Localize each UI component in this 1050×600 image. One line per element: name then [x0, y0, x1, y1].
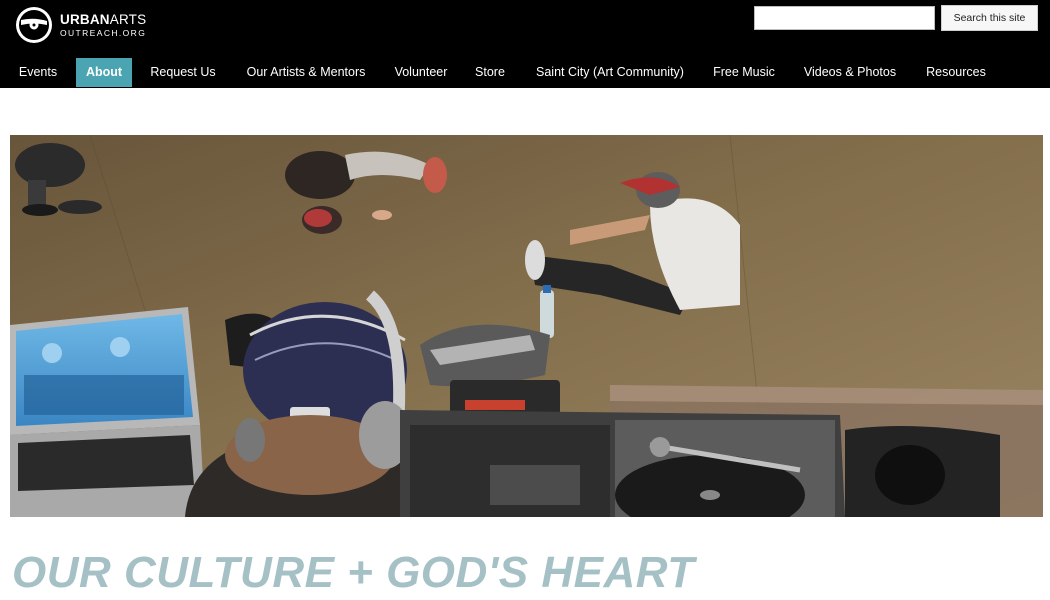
- brand-name-light: ARTS: [109, 12, 147, 27]
- page-headline: OUR CULTURE + GOD'S HEART: [12, 548, 695, 597]
- main-nav: Events About Request Us Our Artists & Me…: [0, 58, 1050, 87]
- hero-image: [10, 135, 1043, 517]
- nav-item-saint-city[interactable]: Saint City (Art Community): [525, 58, 695, 87]
- nav-item-free-music[interactable]: Free Music: [705, 58, 783, 87]
- site-logo[interactable]: URBANARTS OUTREACH.ORG: [14, 5, 146, 45]
- brand-name-bold: URBAN: [60, 12, 110, 27]
- vinyl-record-icon: [16, 7, 52, 43]
- nav-item-resources[interactable]: Resources: [917, 58, 995, 87]
- nav-item-videos-photos[interactable]: Videos & Photos: [794, 58, 906, 87]
- hero-photo-illustration: [10, 135, 1043, 517]
- brand-name: URBANARTS: [60, 13, 146, 27]
- search-button[interactable]: Search this site: [941, 5, 1038, 31]
- site-header: URBANARTS OUTREACH.ORG Search this site …: [0, 0, 1050, 88]
- brand-tagline: OUTREACH.ORG: [60, 27, 147, 38]
- nav-item-store[interactable]: Store: [466, 58, 514, 87]
- nav-item-about[interactable]: About: [76, 58, 132, 87]
- nav-item-request-us[interactable]: Request Us: [141, 58, 225, 87]
- nav-item-volunteer[interactable]: Volunteer: [386, 58, 456, 87]
- search-input[interactable]: [754, 6, 935, 30]
- nav-item-artists-mentors[interactable]: Our Artists & Mentors: [236, 58, 376, 87]
- nav-item-events[interactable]: Events: [10, 58, 66, 87]
- laptop: [10, 307, 205, 517]
